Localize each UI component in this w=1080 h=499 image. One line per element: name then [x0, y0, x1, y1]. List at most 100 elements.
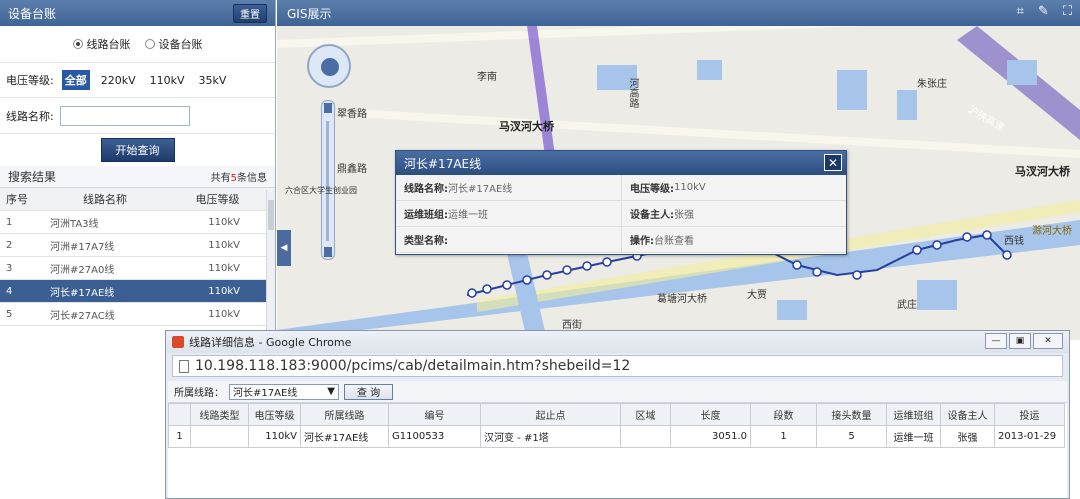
results-table: 序号 线路名称 电压等级 1 河洲TA3线 110kV 2 河洲#17A7线 110kV… — [0, 188, 275, 326]
voltage-filter: 电压等级: 全部 220kV 110kV 35kV — [0, 62, 275, 98]
voltage-option-110kv[interactable]: 110kV — [147, 72, 188, 89]
minimize-icon[interactable]: — — [985, 333, 1007, 349]
table-row[interactable]: 1 河洲TA3线 110kV — [0, 211, 275, 234]
pencil-icon[interactable]: ✎ — [1038, 4, 1049, 19]
column-header: 编号 — [388, 403, 481, 426]
start-query-button[interactable]: 开始查询 — [100, 138, 175, 162]
column-header: 设备主人 — [940, 403, 995, 426]
close-icon[interactable]: ✕ — [1033, 333, 1063, 349]
column-header: 接头数量 — [816, 403, 887, 426]
query-button[interactable]: 查 询 — [344, 383, 394, 400]
column-header: 线路类型 — [190, 403, 249, 426]
browser-window: 线路详细信息 - Google Chrome — ▣ ✕ 10.198.118.… — [165, 330, 1070, 499]
table-row[interactable]: 1 110kV 河长#17AE线 G1100533 汉河变 - #1塔 3051… — [168, 425, 1065, 448]
map-label: 葛塘河大桥 — [657, 294, 707, 305]
browser-titlebar: 线路详细信息 - Google Chrome — ▣ ✕ — [166, 331, 1069, 353]
map-label: 河高路 — [627, 78, 638, 108]
app-root: 设备台账 重置 线路台账 设备台账 电压等级: 全部 220kV 110kV 3… — [0, 0, 1080, 499]
map-title: GIS展示 — [287, 6, 332, 21]
map-label: 六合区大学生创业园 — [285, 186, 357, 195]
column-header — [168, 403, 191, 426]
results-count: 共有5条信息 — [210, 173, 267, 184]
line-name-label: 线路名称: — [6, 109, 54, 123]
url-text: 10.198.118.183:9000/pcims/cab/detailmain… — [195, 358, 631, 374]
popup-header: 河长#17AE线 ✕ — [396, 151, 846, 175]
map-label: 朱张庄 — [917, 79, 947, 90]
map-label: 马汊河大桥 — [1015, 165, 1070, 178]
popup-field: 线路名称: 河长#17AE线 — [396, 175, 621, 200]
chevron-down-icon: ▼ — [327, 386, 335, 397]
detail-table: 线路类型 电压等级 所属线路 编号 起止点 区域 长度 段数 接头数量 运维班组… — [168, 403, 1065, 448]
column-header: 电压等级 — [195, 193, 240, 206]
table-row[interactable]: 5 河长#27AC线 110kV — [0, 303, 275, 326]
zoom-in-icon[interactable] — [324, 103, 332, 113]
page-icon — [179, 359, 189, 373]
zoom-out-icon[interactable] — [324, 247, 332, 257]
popup-title: 河长#17AE线 — [404, 156, 482, 171]
radio-unchecked-icon — [144, 39, 155, 49]
results-title: 搜索结果 — [8, 170, 57, 184]
map-label: 西钱 — [1004, 236, 1024, 247]
maximize-icon[interactable]: ▣ — [1009, 333, 1031, 349]
ledger-type-radios: 线路台账 设备台账 — [0, 26, 275, 62]
results-scrollbar[interactable] — [266, 190, 275, 340]
close-icon[interactable]: ✕ — [824, 154, 842, 171]
table-row[interactable]: 2 河洲#17A7线 110kV — [0, 234, 275, 257]
line-select[interactable]: 河长#17AE线 ▼ — [229, 383, 339, 400]
column-header: 线路名称 — [83, 193, 127, 206]
map-header: GIS展示 ⌗ ✎ ⛶ — [277, 0, 1080, 26]
ledger-view-link[interactable]: 台账查看 — [654, 232, 694, 247]
map-label: 武庄 — [897, 300, 917, 311]
popup-field: 电压等级: 110kV — [621, 175, 846, 200]
table-row[interactable]: 3 河洲#27A0线 110kV — [0, 257, 275, 280]
voltage-label: 电压等级: — [6, 74, 54, 87]
voltage-option-all[interactable]: 全部 — [61, 70, 90, 90]
panel-header: 设备台账 重置 — [0, 0, 275, 26]
map-label: 马汊河大桥 — [499, 120, 554, 133]
zoom-track[interactable] — [326, 121, 329, 241]
line-name-input[interactable] — [59, 105, 190, 126]
address-bar[interactable]: 10.198.118.183:9000/pcims/cab/detailmain… — [172, 355, 1063, 377]
browser-content: 所属线路： 河长#17AE线 ▼ 查 询 线路类型 电压等级 所属线路 编号 起止… — [168, 381, 1067, 498]
radio-checked-icon — [72, 39, 83, 49]
column-header: 区域 — [620, 403, 671, 426]
popup-field: 设备主人: 张强 — [621, 201, 846, 226]
zoom-slider[interactable] — [321, 100, 335, 260]
filter-label: 所属线路： — [174, 388, 224, 399]
fullscreen-icon[interactable]: ⛶ — [1063, 4, 1072, 19]
radio-line-ledger[interactable]: 线路台账 — [72, 36, 131, 52]
globe-icon[interactable] — [321, 58, 339, 76]
popup-field: 操作: 台账查看 — [621, 227, 846, 252]
query-row: 开始查询 — [0, 134, 275, 166]
radio-device-ledger[interactable]: 设备台账 — [144, 36, 203, 52]
map-label: 鼎鑫路 — [337, 164, 367, 175]
map-toolbar: ⌗ ✎ ⛶ — [1017, 4, 1072, 19]
map-label: 李南 — [477, 72, 497, 83]
voltage-option-35kv[interactable]: 35kV — [196, 72, 230, 89]
line-name-filter: 线路名称: — [0, 98, 275, 134]
app-icon — [172, 336, 184, 348]
select-tool-icon[interactable]: ⌗ — [1017, 4, 1024, 19]
scrollbar-thumb[interactable] — [268, 200, 274, 230]
column-header: 投运 — [994, 403, 1065, 426]
table-header: 序号 线路名称 电压等级 — [0, 188, 275, 211]
results-header: 搜索结果 共有5条信息 — [0, 166, 275, 188]
map-label: 滁河大桥 — [1032, 226, 1072, 237]
map-label: 翠香路 — [337, 109, 367, 120]
pan-control[interactable] — [307, 44, 351, 88]
column-header: 所属线路 — [300, 403, 389, 426]
popup-row: 线路名称: 河长#17AE线 电压等级: 110kV — [396, 175, 846, 201]
popup-field: 类型名称: — [396, 227, 621, 252]
column-header: 序号 — [6, 193, 28, 206]
column-header: 运维班组 — [886, 403, 941, 426]
collapse-panel-button[interactable]: ◀ — [277, 230, 291, 266]
voltage-option-220kv[interactable]: 220kV — [98, 72, 139, 89]
detail-filter-bar: 所属线路： 河长#17AE线 ▼ 查 询 — [168, 381, 1067, 403]
map-label: 大贾 — [747, 290, 767, 301]
column-header: 电压等级 — [248, 403, 301, 426]
column-header: 段数 — [750, 403, 817, 426]
table-header: 线路类型 电压等级 所属线路 编号 起止点 区域 长度 段数 接头数量 运维班组… — [168, 403, 1065, 426]
reset-button[interactable]: 重置 — [233, 3, 267, 23]
popup-row: 运维班组: 运维一班 设备主人: 张强 — [396, 201, 846, 227]
table-row-selected[interactable]: 4 河长#17AE线 110kV — [0, 280, 275, 303]
